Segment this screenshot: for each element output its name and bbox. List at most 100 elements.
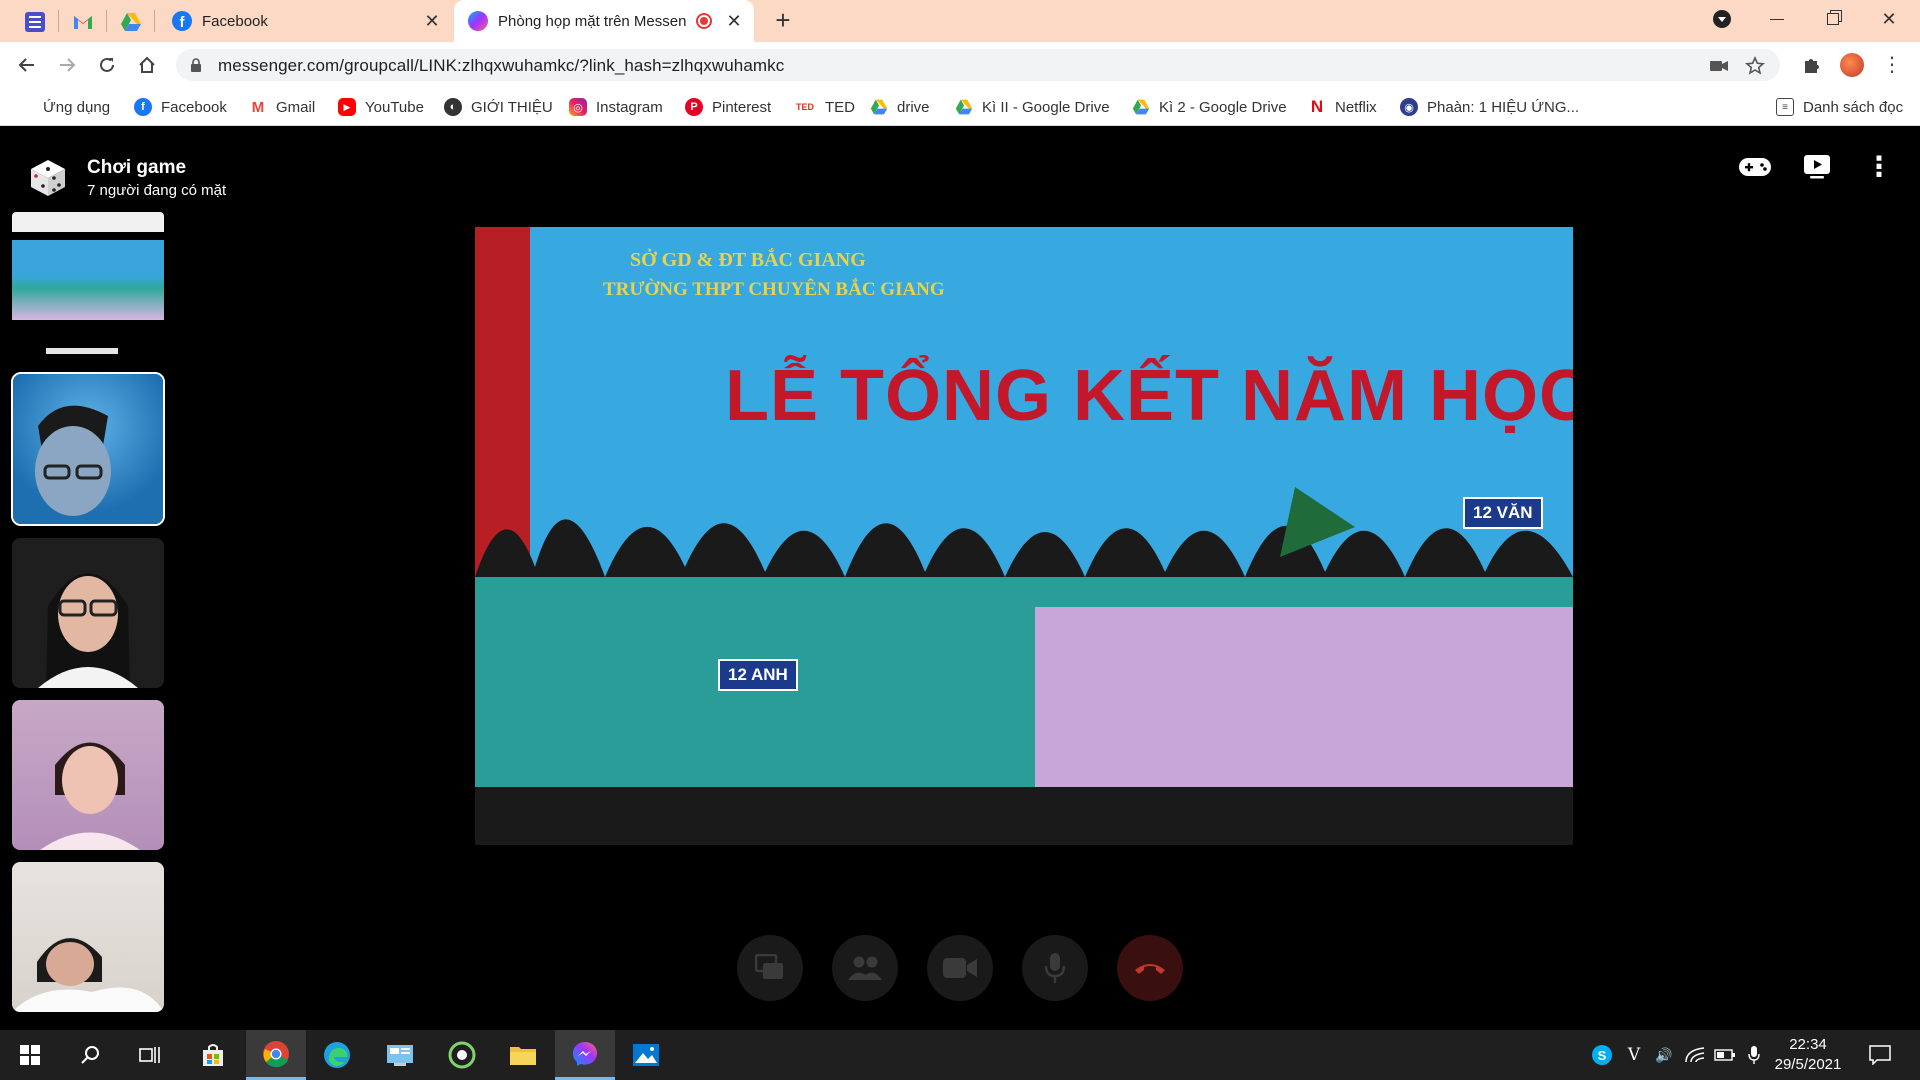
participant-tile-1[interactable]: [11, 372, 165, 526]
system-clock[interactable]: 22:34 29/5/2021: [1760, 1035, 1856, 1075]
taskbar-edge[interactable]: [307, 1030, 367, 1080]
network-tray-icon[interactable]: [1683, 1043, 1707, 1067]
new-tab-button[interactable]: +: [770, 7, 796, 34]
bookmark-label: Facebook: [161, 98, 227, 116]
v-icon: V: [1627, 1045, 1641, 1065]
browser-tabstrip: f Facebook ✕ Phòng họp mặt trên Messen ✕…: [0, 0, 1920, 42]
bookmark-hieu-ung[interactable]: ◉ Phaàn: 1 HIỆU ỨNG...: [1400, 96, 1579, 118]
bookmark-label: TED: [825, 98, 855, 116]
video-camera-icon: [943, 958, 977, 978]
home-icon: [139, 56, 155, 73]
reload-button[interactable]: [93, 51, 121, 79]
bookmark-label: Netflix: [1335, 98, 1377, 116]
bookmark-apps[interactable]: Ứng dụng: [18, 96, 110, 118]
taskbar-app[interactable]: [432, 1030, 492, 1080]
bookmark-label: Gmail: [276, 98, 316, 116]
watch-together-button[interactable]: [1797, 150, 1837, 184]
close-icon: ✕: [1881, 8, 1897, 29]
bookmark-gmail[interactable]: M Gmail: [249, 96, 315, 118]
bookmark-gioi-thieu[interactable]: ◐ GIỚI THIỆU: [444, 96, 553, 118]
people-icon: [848, 956, 882, 980]
taskbar-photos[interactable]: [616, 1030, 676, 1080]
participant-tile-2[interactable]: [12, 538, 164, 688]
camera-button[interactable]: [927, 935, 993, 1001]
address-bar[interactable]: messenger.com/groupcall/LINK:zlhqxwuhamk…: [176, 49, 1780, 81]
browser-menu-button[interactable]: ⋮: [1878, 51, 1906, 79]
share-screen-button[interactable]: [737, 935, 803, 1001]
bookmark-ki-ii-drive[interactable]: Kì II - Google Drive: [955, 96, 1110, 118]
reading-list-button[interactable]: ≡ Danh sách đọc: [1776, 96, 1903, 118]
camera-in-use-icon[interactable]: [1708, 55, 1730, 77]
bookmark-youtube[interactable]: ▶ YouTube: [338, 96, 424, 118]
restore-button[interactable]: [1806, 0, 1860, 38]
search-button[interactable]: [60, 1030, 120, 1080]
gmail-icon: [74, 16, 92, 29]
call-options-button[interactable]: ⋮: [1859, 150, 1899, 184]
bookmark-drive[interactable]: drive: [870, 96, 930, 118]
taskbar-store[interactable]: [183, 1030, 243, 1080]
task-view-button[interactable]: [120, 1030, 180, 1080]
start-button[interactable]: [0, 1030, 60, 1080]
participant-tile-4[interactable]: [12, 862, 164, 1012]
tab-title: Facebook: [202, 12, 268, 30]
tab-separator: [154, 10, 155, 32]
clock-time: 22:34: [1789, 1036, 1827, 1053]
edge-icon: [324, 1042, 350, 1068]
close-window-button[interactable]: ✕: [1862, 0, 1916, 38]
bookmark-facebook[interactable]: f Facebook: [134, 96, 227, 118]
bookmark-ted[interactable]: TED TED: [794, 96, 855, 118]
profile-avatar[interactable]: [1838, 51, 1866, 79]
bookmark-ki-2-drive[interactable]: Kì 2 - Google Drive: [1132, 96, 1287, 118]
messenger-icon: [573, 1041, 597, 1066]
tab-separator: [58, 10, 59, 32]
taskbar-chrome[interactable]: [246, 1030, 306, 1080]
video-sign-right: 12 VĂN: [1463, 497, 1543, 529]
app-icon: [448, 1041, 476, 1069]
taskbar-control-panel[interactable]: [370, 1030, 430, 1080]
extensions-button[interactable]: [1798, 51, 1826, 79]
control-panel-icon: [387, 1045, 413, 1066]
pinned-tab-gmail[interactable]: [70, 9, 96, 35]
minimize-button[interactable]: [1750, 0, 1804, 38]
bookmark-label: YouTube: [365, 98, 424, 116]
bookmark-star-icon[interactable]: [1744, 55, 1766, 77]
home-button[interactable]: [133, 51, 161, 79]
tab-search-button[interactable]: [1695, 0, 1749, 38]
close-tab-icon[interactable]: ✕: [724, 11, 744, 31]
pinned-tab-drive[interactable]: [118, 9, 144, 35]
taskbar-messenger[interactable]: [555, 1030, 615, 1080]
end-call-button[interactable]: [1117, 935, 1183, 1001]
battery-tray-icon[interactable]: [1713, 1043, 1737, 1067]
wifi-icon: [1685, 1047, 1705, 1063]
tab-facebook[interactable]: f Facebook ✕: [160, 0, 452, 42]
close-tab-icon[interactable]: ✕: [422, 11, 442, 31]
bookmark-netflix[interactable]: N Netflix: [1308, 96, 1377, 118]
skype-tray-icon[interactable]: S: [1590, 1043, 1614, 1067]
volume-tray-icon[interactable]: 🔊: [1652, 1043, 1676, 1067]
participants-button[interactable]: [832, 935, 898, 1001]
pinned-tab-tasks[interactable]: [22, 9, 48, 35]
microphone-icon: [1748, 1046, 1760, 1064]
participant-tile-screen-share[interactable]: [12, 212, 164, 360]
tab-messenger-call[interactable]: Phòng họp mặt trên Messen ✕: [454, 0, 754, 42]
chevron-down-circle-icon: [1713, 10, 1731, 28]
bookmark-instagram[interactable]: ◎ Instagram: [569, 96, 663, 118]
bookmark-label: Kì 2 - Google Drive: [1159, 98, 1287, 116]
bookmark-pinterest[interactable]: P Pinterest: [685, 96, 771, 118]
participant-tile-3[interactable]: [12, 700, 164, 850]
tab-title: Phòng họp mặt trên Messen: [498, 12, 687, 30]
microphone-button[interactable]: [1022, 935, 1088, 1001]
vietkey-tray-icon[interactable]: V: [1622, 1043, 1646, 1067]
notifications-button[interactable]: [1868, 1043, 1892, 1067]
bookmark-label: Instagram: [596, 98, 663, 116]
video-sign-left: 12 ANH: [718, 659, 798, 691]
bookmarks-bar: Ứng dụng f Facebook M Gmail ▶ YouTube ◐ …: [0, 88, 1920, 126]
back-button[interactable]: [13, 51, 41, 79]
taskbar-file-explorer[interactable]: [493, 1030, 553, 1080]
browser-toolbar: messenger.com/groupcall/LINK:zlhqxwuhamk…: [0, 42, 1920, 88]
lock-icon: [191, 58, 201, 72]
play-game-button[interactable]: [1735, 150, 1775, 184]
folder-icon: [510, 1047, 536, 1065]
video-crowd: [475, 487, 1573, 845]
forward-button[interactable]: [53, 51, 81, 79]
